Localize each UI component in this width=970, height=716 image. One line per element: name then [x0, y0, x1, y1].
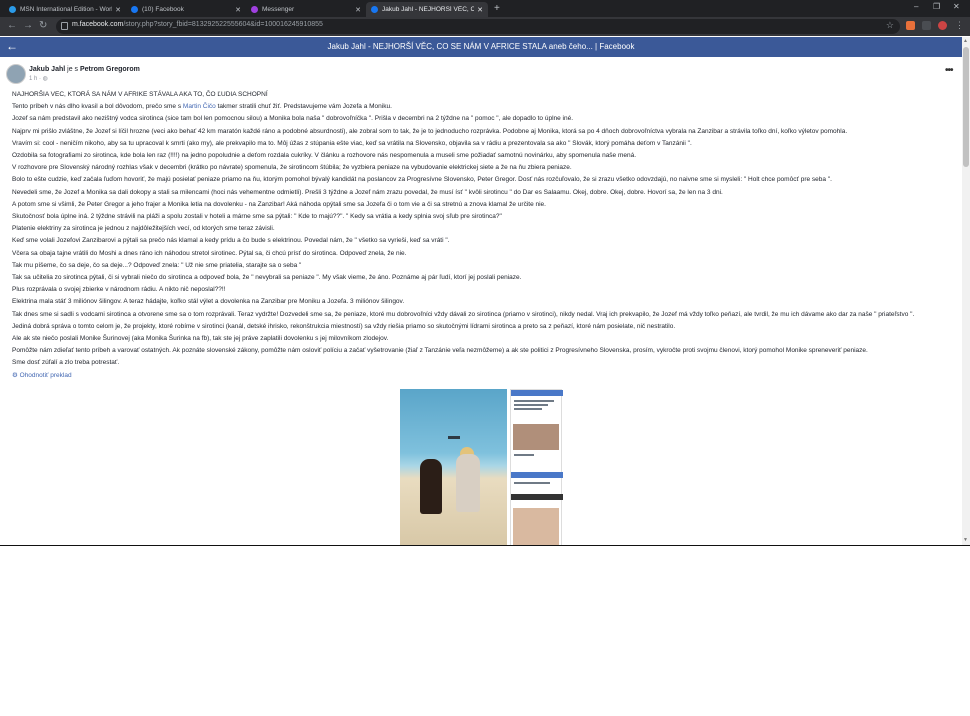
post-time[interactable]: 1 h — [29, 76, 37, 82]
new-tab-icon[interactable]: + — [494, 3, 500, 14]
post-photo-beach[interactable] — [400, 389, 507, 545]
puzzle-extension-icon[interactable] — [922, 21, 931, 30]
with-text: je s — [67, 66, 79, 73]
close-tab-icon[interactable]: ✕ — [355, 6, 361, 14]
close-window-icon[interactable]: ✕ — [953, 2, 960, 11]
screenshot-text-line — [514, 404, 548, 406]
post-line: Tak mu píšeme, čo sa deje, čo sa deje...… — [12, 261, 302, 269]
browser-toolbar: ← → ↻ m.facebook.com/story.php?story_fbi… — [0, 17, 970, 36]
translate-gear-icon: ⚙ — [12, 371, 18, 379]
scroll-up-icon[interactable]: ▲ — [963, 38, 968, 44]
close-tab-icon[interactable]: ✕ — [115, 6, 121, 14]
screenshot-header — [511, 472, 563, 478]
tagged-person-link[interactable]: Martin Čičo — [183, 103, 216, 110]
tagged-name[interactable]: Petrom Gregorom — [80, 66, 140, 73]
star-icon[interactable]: ☆ — [886, 20, 894, 31]
post-line: V rozhovore pre Slovenský národný rozhla… — [12, 164, 572, 172]
rate-translation-link[interactable]: ⚙ Ohodnotiť preklad — [12, 370, 952, 382]
facebook-favicon-icon — [371, 6, 378, 13]
facebook-favicon-icon — [131, 6, 138, 13]
forward-arrow-icon[interactable]: → — [23, 20, 33, 31]
browser-tab-bar: MSN International Edition - World ✕ (10)… — [0, 0, 970, 17]
minimize-icon[interactable]: – — [914, 2, 918, 11]
post-line: Sme dosť zúfalí a zlo treba potrestať. — [12, 359, 120, 367]
screenshot-text-line — [514, 408, 542, 410]
extension-icon[interactable] — [906, 21, 915, 30]
author-avatar[interactable] — [6, 64, 26, 84]
post-line: Včera sa obaja tajne vrátili do Moshi a … — [12, 249, 407, 257]
facebook-header: ← Jakub Jahl - NEJHORŠÍ VĚC, CO SE NÁM V… — [0, 37, 962, 57]
globe-icon: · ◍ — [39, 76, 48, 82]
screenshot-bar — [511, 494, 563, 500]
url-host: m.facebook.com — [72, 21, 124, 28]
post-line: Tak dnes sme si sadli s vodcami sirotinc… — [12, 310, 915, 318]
messenger-favicon-icon — [251, 6, 258, 13]
post-author-line: Jakub Jahl je s Petrom Gregorom — [29, 66, 140, 73]
screenshot-photo — [513, 424, 559, 450]
post-line: Tak sa učitelia zo sirotinca pýtali, či … — [12, 274, 522, 282]
post-line: A potom sme si všimli, že Peter Gregor a… — [12, 200, 546, 208]
post-photo-screenshot[interactable] — [510, 389, 563, 545]
post-meta: 1 h · ◍ — [29, 75, 48, 82]
post-line: Pomôžte nám zdieľať tento príbeh a varov… — [12, 347, 868, 355]
post-line: Ale ak ste niečo poslali Monike Šurinove… — [12, 335, 389, 343]
post-line: Elektrina mala stáť 3 miliónov šilingov.… — [12, 298, 405, 306]
post-line: Keď sme volali Jozefovi Zanzibarovi a pý… — [12, 237, 450, 245]
post-line: Skutočnosť bola úplne iná. 2 týždne strá… — [12, 213, 502, 221]
person-shape — [420, 459, 442, 514]
post-line: Vravím si: cool - neničím nikoho, aby sa… — [12, 139, 692, 147]
close-tab-icon[interactable]: ✕ — [477, 6, 483, 14]
post-line: Platenie elektriny za sirotinca je jedno… — [12, 225, 275, 233]
tab-msn[interactable]: MSN International Edition - World ✕ — [4, 2, 126, 17]
post-body: NAJHORŠIA VEC, KTORÁ SA NÁM V AFRIKE STÁ… — [12, 89, 952, 382]
empty-area — [0, 546, 970, 716]
post-line: Nevedeli sme, že Jozef a Monika sa dali … — [12, 188, 723, 196]
page-title: Jakub Jahl - NEJHORŠÍ VĚC, CO SE NÁM V A… — [327, 42, 635, 51]
post-line: Jediná dobrá správa o tomto celom je, že… — [12, 322, 676, 330]
post-container: Jakub Jahl je s Petrom Gregorom 1 h · ◍ … — [0, 57, 962, 545]
post-line: NAJHORŠIA VEC, KTORÁ SA NÁM V AFRIKE STÁ… — [12, 91, 268, 98]
screenshot-text-line — [514, 482, 550, 484]
post-line: Plus rozprávala o svojej zbierke v národ… — [12, 286, 226, 294]
author-name[interactable]: Jakub Jahl — [29, 66, 65, 73]
tab-messenger[interactable]: Messenger ✕ — [246, 2, 366, 17]
post-line: Tento príbeh v nás dlho kvasil a bol dôv… — [12, 103, 392, 111]
address-bar[interactable]: m.facebook.com/story.php?story_fbid=8132… — [56, 19, 900, 34]
menu-dots-icon[interactable]: ⋮ — [955, 20, 964, 31]
tab-facebook[interactable]: (10) Facebook ✕ — [126, 2, 246, 17]
url-path: /story.php?story_fbid=813292522555604&id… — [123, 21, 323, 28]
post-line: Ozdobila sa fotografiami zo sirotinca, k… — [12, 152, 637, 160]
back-arrow-icon[interactable]: ← — [7, 20, 17, 31]
post-line: Bolo to ešte cudzie, keď začala ľuďom ho… — [12, 176, 832, 184]
screenshot-header — [511, 390, 563, 396]
maximize-icon[interactable]: ❐ — [933, 2, 940, 11]
scrollbar-thumb[interactable] — [963, 47, 969, 167]
post-line: Najprv mi prišlo zvláštne, že Jozef si l… — [12, 127, 848, 135]
person-shape — [456, 454, 480, 512]
screenshot-photo — [513, 508, 559, 545]
screenshot-text-line — [514, 400, 554, 402]
close-tab-icon[interactable]: ✕ — [235, 6, 241, 14]
lock-icon — [61, 22, 68, 30]
boat-shape — [448, 436, 460, 439]
post-line: Jozef sa nám predstavil ako nezištný vod… — [12, 115, 574, 123]
screenshot-text-line — [514, 454, 534, 456]
tab-post-active[interactable]: Jakub Jahl - NEJHORŠÍ VĚC, CO SE NÁM ✕ — [366, 2, 488, 17]
msn-favicon-icon — [9, 6, 16, 13]
reload-icon[interactable]: ↻ — [39, 20, 47, 31]
scrollbar[interactable]: ▲ ▼ — [962, 37, 970, 545]
profile-avatar-icon[interactable] — [938, 21, 947, 30]
scroll-down-icon[interactable]: ▼ — [963, 537, 968, 543]
more-options-icon[interactable]: ••• — [945, 65, 953, 76]
